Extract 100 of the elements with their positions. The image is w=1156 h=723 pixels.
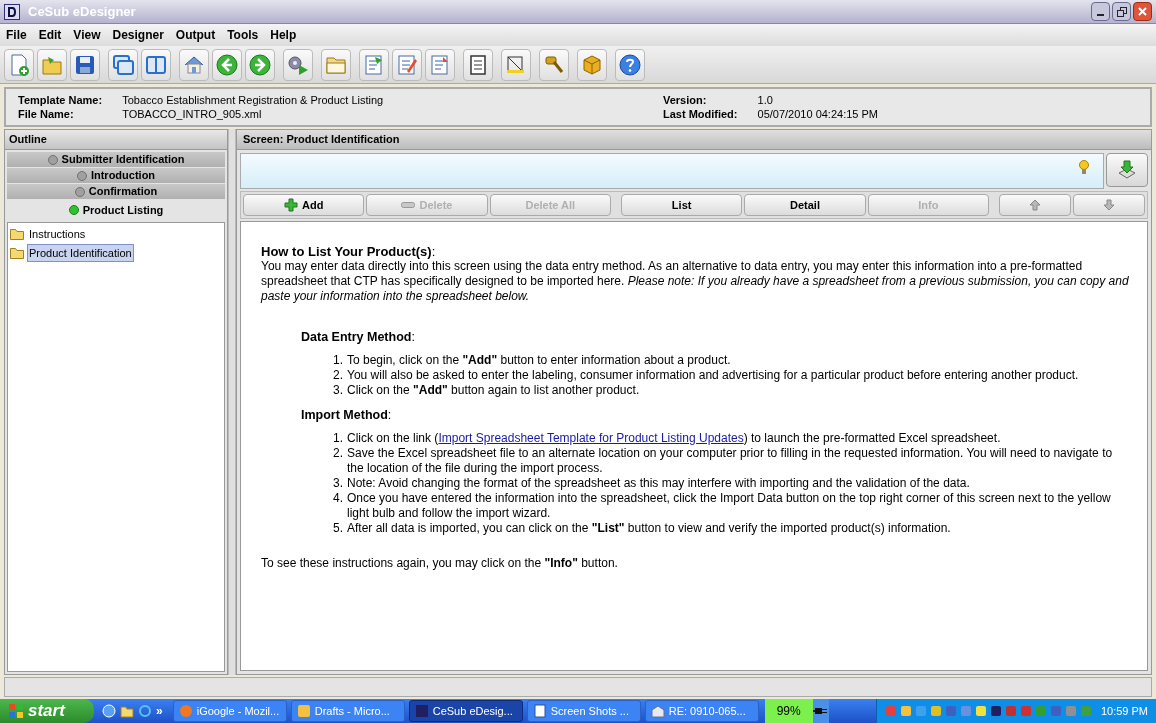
folder-icon [120, 704, 134, 718]
instruction-step: Click on the link (Import Spreadsheet Template for Product Listing Updates) to launch the pre-formatted Excel spreadsheet. [347, 431, 1001, 446]
taskbar-button[interactable]: iGoogle - Mozil... [172, 700, 287, 722]
outline-section-tab[interactable]: Introduction [7, 168, 225, 183]
tray-icon [944, 705, 957, 717]
toolbar-button[interactable] [108, 48, 138, 81]
menu-item[interactable]: Help [270, 26, 297, 44]
tray-icon [1019, 705, 1032, 717]
tree-item[interactable]: Product Identification [27, 243, 134, 262]
field-value: TOBACCO_INTRO_905.xml [122, 107, 263, 121]
instruction-step: Note: Avoid changing the format of the spreadsheet as this may interfere with importing and the validation of the data. [347, 476, 970, 491]
toolbar-button[interactable] [501, 48, 531, 81]
action-button[interactable] [1072, 194, 1145, 216]
tray-icon [884, 705, 897, 717]
footer-note: To see these instructions again, you may click on the "Info" button. [261, 556, 618, 571]
document-icon [532, 704, 547, 718]
import-icon [1117, 160, 1137, 180]
tray-icon [1004, 705, 1017, 717]
toolbar-button[interactable] [70, 48, 100, 81]
toolbar-button[interactable] [4, 48, 34, 81]
minimize-icon [1097, 14, 1104, 16]
status-dot-icon [68, 205, 79, 215]
instruction-step: Click on the "Add" button again to list another product. [347, 383, 640, 398]
document-pencil-icon [395, 52, 419, 77]
field-value: 1.0 [757, 93, 774, 107]
import-button[interactable] [1106, 153, 1148, 187]
toolbar-button[interactable] [463, 48, 493, 81]
overflow-chevron[interactable]: » [156, 702, 163, 720]
step-number: 1. [333, 431, 343, 446]
instruction-step: Once you have entered the information into the spreadsheet, click the Import Data button on the top right corner of this screen next to the yellow light bulb and follow the import wizard. [347, 491, 1131, 521]
window-title: CeSub eDesigner [28, 2, 136, 21]
action-button[interactable]: Add [243, 194, 365, 216]
step-number: 5. [333, 521, 343, 536]
toolbar-button[interactable] [245, 48, 275, 81]
spreadsheet-link[interactable]: Import Spreadsheet Template for Product Listing Updates [438, 431, 744, 445]
toolbar-button[interactable] [359, 48, 389, 81]
toolbar-button[interactable] [179, 48, 209, 81]
taskbar-button[interactable]: CeSub eDesig... [408, 700, 523, 722]
tray-icon [929, 705, 942, 717]
tray-icon [899, 705, 912, 717]
globe-icon [138, 704, 152, 718]
instruction-step: To begin, click on the "Add" button to enter information about a product. [347, 353, 731, 368]
clock: 10:59 PM [1100, 703, 1148, 719]
restore-button[interactable] [1112, 2, 1131, 21]
flag-icon [8, 703, 24, 719]
step-number: 2. [333, 446, 343, 462]
windows-icon [111, 52, 135, 77]
taskbar-button[interactable]: Drafts - Micro... [290, 700, 405, 722]
menu-item[interactable]: File [6, 26, 27, 44]
step-number: 2. [333, 368, 343, 383]
menu-item[interactable]: Edit [38, 26, 62, 44]
toolbar-button[interactable] [141, 48, 171, 81]
toolbar-button[interactable] [392, 48, 422, 81]
step-number: 3. [333, 383, 343, 398]
toolbar-button[interactable] [283, 48, 313, 81]
folder-icon [10, 246, 24, 259]
field-label: File Name: [18, 107, 75, 121]
tray-icon [914, 705, 927, 717]
section-heading: How to List Your Product(s): [261, 244, 436, 259]
menu-item[interactable]: View [73, 26, 101, 44]
up-arrow-icon [1028, 199, 1041, 211]
tray-icon [1079, 705, 1092, 717]
toolbar-button[interactable] [321, 48, 351, 81]
toolbar-button[interactable] [539, 48, 569, 81]
toolbar-button[interactable] [615, 48, 645, 81]
taskbar-button[interactable]: Screen Shots ... [526, 700, 641, 722]
menu-item[interactable]: Tools [227, 26, 259, 44]
tree-item[interactable]: Instructions [27, 225, 88, 244]
field-label: Last Modified: [662, 107, 738, 121]
panel-title: Outline [9, 132, 47, 148]
toolbar-button[interactable] [577, 48, 607, 81]
step-number: 3. [333, 476, 343, 491]
tray-icon [989, 705, 1002, 717]
method-heading: Import Method: [301, 408, 392, 423]
tray-icon [1049, 705, 1062, 717]
field-label: Version: [662, 93, 708, 107]
toolbar-button[interactable] [212, 48, 242, 81]
instruction-step: You will also be asked to enter the labeling, consumer information and advertising for a particular product before entering another product. [347, 368, 1079, 383]
close-icon [1138, 7, 1147, 16]
intro-paragraph: You may enter data directly into this screen using the data entry method. As an alternative to data entry, you may enter this information into a pre-formatted spreadsheet that CTP has specifically designed to be imported here. Please note: If you already have a spreadsheet from a previous submission, you can copy and paste your information into the spreadsheet below. [261, 259, 1130, 304]
instruction-step: Save the Excel spreadsheet file to an alternate location on your computer prior to filling in the requested information. You will need to navigate to the location of the file during the import process. [347, 446, 1131, 476]
action-button[interactable]: List [621, 194, 743, 216]
browser-icon [178, 704, 193, 718]
tray-icon [1064, 705, 1077, 717]
taskbar-button[interactable]: RE: 0910-065... [644, 700, 759, 722]
panel-title: Screen: Product Identification [243, 132, 400, 148]
step-number: 1. [333, 353, 343, 368]
power-plug-icon [812, 705, 829, 717]
step-number: 4. [333, 491, 343, 507]
instruction-step: After all data is imported, you can click on the "List" button to view and verify the imported product(s) information. [347, 521, 951, 536]
action-button[interactable] [998, 194, 1071, 216]
method-heading: Data Entry Method: [301, 330, 415, 345]
minimize-button[interactable] [1091, 2, 1110, 21]
action-button[interactable]: Detail [744, 194, 866, 216]
close-button[interactable] [1133, 2, 1152, 21]
menu-item[interactable]: Designer [112, 26, 164, 44]
menu-item[interactable]: Output [175, 26, 216, 44]
splitter-handle[interactable] [228, 129, 236, 675]
outline-section-tab[interactable]: Confirmation [7, 184, 225, 199]
outline-section-tab[interactable]: Submitter Identification [7, 152, 225, 167]
